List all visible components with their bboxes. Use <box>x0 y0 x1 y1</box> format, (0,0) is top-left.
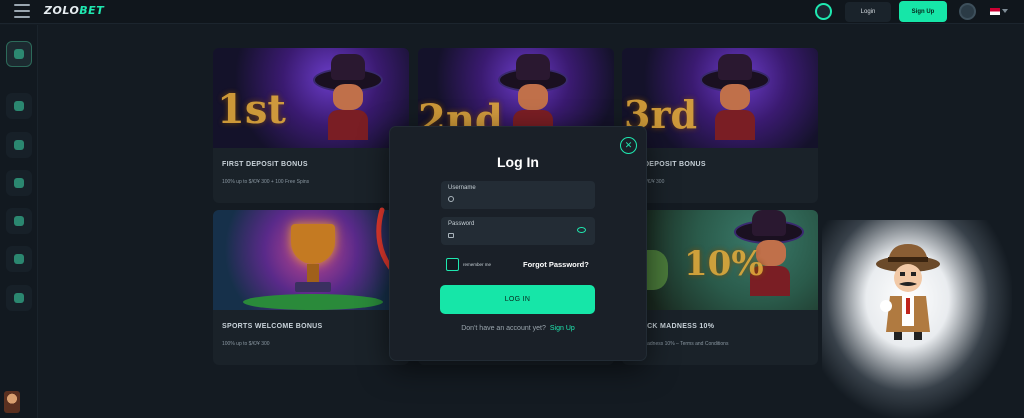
promo-image: 10% <box>622 210 818 310</box>
lock-icon <box>448 233 454 238</box>
sidebar-item-promotions[interactable] <box>6 246 32 272</box>
user-icon <box>448 196 454 202</box>
login-modal: ✕ Log In Username Password remember me F… <box>390 127 646 360</box>
remember-me[interactable]: remember me <box>446 258 491 271</box>
casino-icon <box>14 101 24 111</box>
sidebar <box>0 25 38 418</box>
language-selector[interactable] <box>990 6 1014 16</box>
menu-icon[interactable] <box>14 4 30 18</box>
promo-card[interactable]: 10% HBACK MADNESS 10% back Madness 10% –… <box>622 210 818 365</box>
forgot-password-link[interactable]: Forgot Password? <box>523 260 589 269</box>
password-label: Password <box>448 221 475 227</box>
refresh-icon[interactable] <box>815 3 832 20</box>
remember-checkbox[interactable] <box>446 258 459 271</box>
promo-desc: 100% up to $/€/¥ 300 <box>222 341 270 347</box>
flag-icon <box>990 7 1000 15</box>
username-field[interactable]: Username <box>441 181 595 209</box>
modal-title: Log In <box>497 154 539 170</box>
detective-mascot <box>876 244 940 340</box>
promo-card[interactable]: 1st FIRST DEPOSIT BONUS 100% up to $/€/¥… <box>213 48 409 203</box>
promo-title: FIRST DEPOSIT BONUS <box>222 161 308 168</box>
gift-icon <box>14 254 24 264</box>
sidebar-item-home[interactable] <box>6 41 32 67</box>
login-button[interactable]: Login <box>845 2 891 22</box>
username-input[interactable] <box>457 193 577 205</box>
signup-button[interactable]: Sign Up <box>899 1 947 22</box>
login-submit-button[interactable]: LOG IN <box>440 285 595 314</box>
signup-prompt: Don't have an account yet? Sign Up <box>390 325 646 332</box>
sidebar-item-live[interactable] <box>6 208 32 234</box>
password-field[interactable]: Password <box>441 217 595 245</box>
slots-icon <box>14 140 24 150</box>
close-icon[interactable]: ✕ <box>620 137 637 154</box>
sports-icon <box>14 178 24 188</box>
promo-image: 1st <box>213 48 409 148</box>
logo-accent: BET <box>79 4 105 17</box>
live-icon <box>14 216 24 226</box>
user-icon[interactable] <box>959 3 976 20</box>
logo[interactable]: ZOLOBET <box>44 4 104 17</box>
sidebar-item-casino[interactable] <box>6 93 32 119</box>
chevron-down-icon <box>1002 9 1008 13</box>
sidebar-item-slots[interactable] <box>6 132 32 158</box>
promo-badge: 1st <box>217 86 286 133</box>
promo-desc: 100% up to $/€/¥ 300 + 100 Free Spins <box>222 179 310 185</box>
username-label: Username <box>448 185 476 191</box>
sidebar-item-support[interactable] <box>6 285 32 311</box>
remember-label: remember me <box>463 262 492 267</box>
promo-card[interactable]: 3rd RD DEPOSIT BONUS up to $/€/¥ 300 <box>622 48 818 203</box>
promo-title: SPORTS WELCOME BONUS <box>222 323 323 330</box>
home-icon <box>14 49 24 59</box>
promo-badge: 10% <box>684 244 764 284</box>
logo-main: ZOLO <box>44 4 80 17</box>
eye-icon[interactable] <box>577 227 586 233</box>
signup-link[interactable]: Sign Up <box>550 325 575 332</box>
avatar[interactable] <box>4 391 20 413</box>
no-account-text: Don't have an account yet? <box>461 325 546 332</box>
sidebar-item-sports[interactable] <box>6 170 32 196</box>
headset-icon <box>14 293 24 303</box>
password-input[interactable] <box>457 229 577 241</box>
promo-image: 3rd <box>622 48 818 148</box>
top-bar: ZOLOBET Login Sign Up <box>0 0 1024 24</box>
